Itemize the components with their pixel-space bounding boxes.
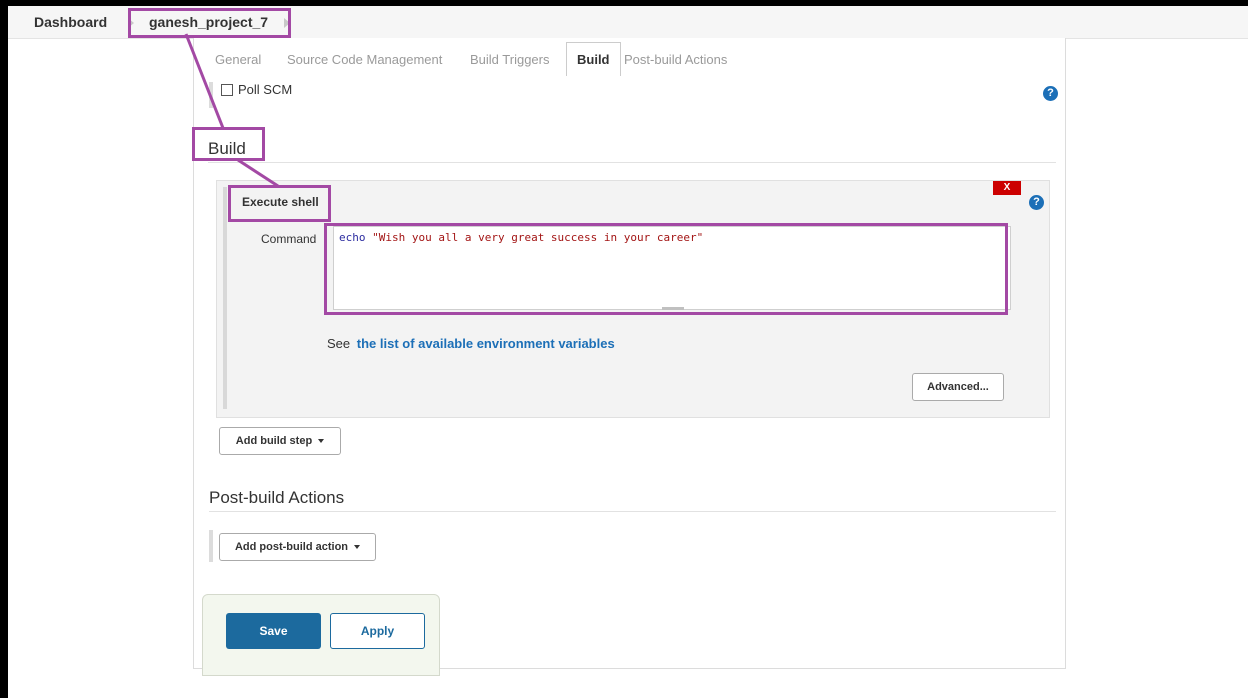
annotation-line bbox=[184, 33, 225, 129]
annotation-connector-lines bbox=[184, 33, 279, 188]
annotation-line bbox=[237, 158, 279, 188]
jenkins-window: Dashboard ganesh_project_7 General Sourc… bbox=[8, 6, 1248, 698]
